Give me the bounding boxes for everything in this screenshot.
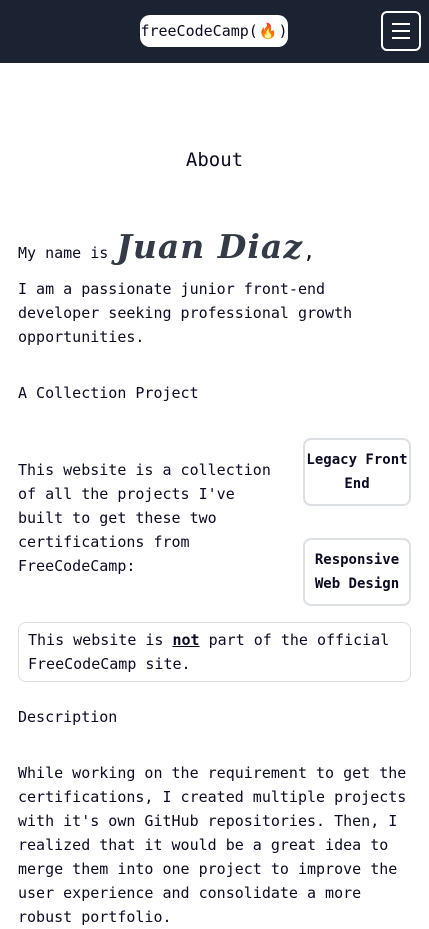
top-navbar: freeCodeCamp( 🔥 )	[0, 0, 429, 63]
legacy-front-end-button[interactable]: Legacy Front End	[303, 438, 411, 506]
description-heading: Description	[18, 708, 118, 726]
flame-icon: 🔥	[258, 22, 278, 40]
menu-bar-icon	[392, 37, 410, 39]
main-content: About My name is Juan Diaz , I am a pass…	[0, 63, 429, 929]
tagline: I am a passionate junior front-end devel…	[18, 280, 353, 346]
notice-emphasis: not	[172, 631, 200, 649]
brand-text: freeCodeCamp(	[140, 22, 258, 40]
intro-comma: ,	[303, 239, 316, 263]
collection-text: This website is a collection of all the …	[18, 461, 271, 575]
freecodecamp-logo[interactable]: freeCodeCamp( 🔥 )	[140, 15, 288, 47]
page-title: About	[185, 149, 244, 171]
description-text: While working on the requirement to get …	[18, 764, 407, 926]
disclaimer-notice: This website is not part of the official…	[18, 622, 411, 682]
author-name: Juan Diaz	[116, 227, 304, 266]
responsive-web-design-button[interactable]: Responsive Web Design	[303, 538, 411, 606]
intro-prefix: My name is	[18, 244, 109, 262]
brand-paren: )	[278, 22, 288, 40]
hamburger-menu-button[interactable]	[381, 11, 421, 51]
menu-bar-icon	[392, 30, 410, 32]
notice-before: This website is	[28, 631, 173, 649]
intro-line: My name is Juan Diaz ,	[18, 227, 411, 267]
collection-heading: A Collection Project	[18, 384, 199, 402]
collection-section: This website is a collection of all the …	[18, 438, 411, 608]
menu-bar-icon	[392, 23, 410, 25]
